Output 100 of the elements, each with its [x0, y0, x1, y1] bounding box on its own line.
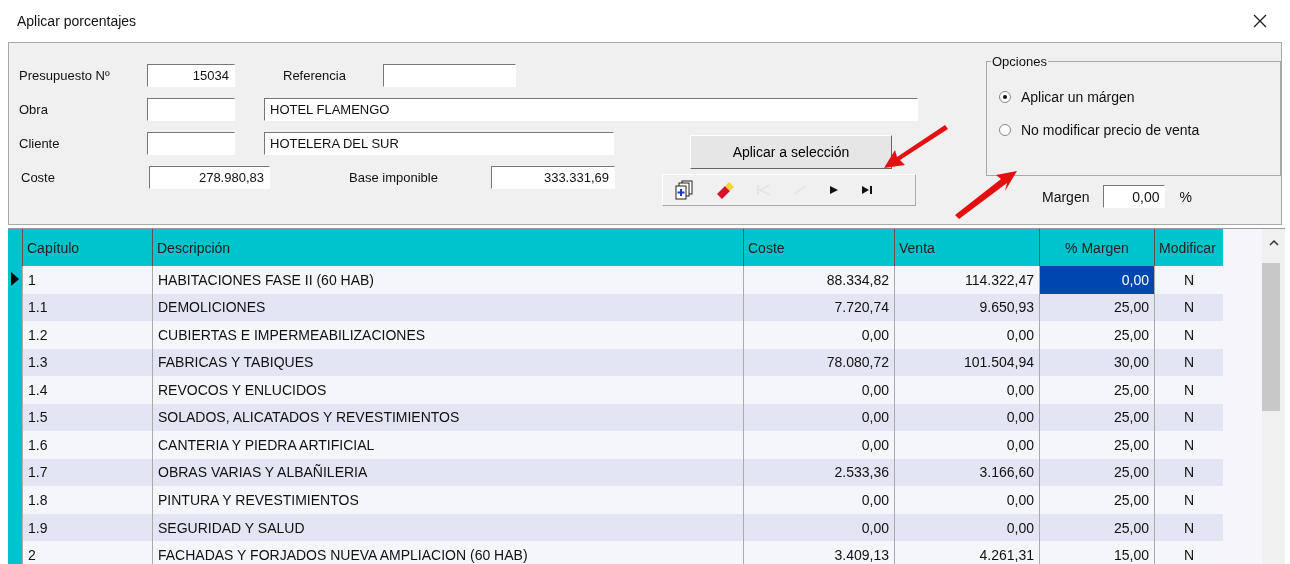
cost-cell: 0,00 — [743, 431, 895, 459]
budget-number-field[interactable]: 15034 — [147, 64, 235, 87]
margin-cell: 15,00 — [1039, 541, 1155, 564]
cost-field[interactable]: 278.980,83 — [149, 166, 270, 189]
last-record-icon[interactable] — [861, 185, 873, 195]
column-header[interactable]: Capítulo — [22, 229, 153, 266]
sale-cell: 0,00 — [894, 486, 1040, 514]
modify-cell: N — [1154, 486, 1223, 514]
description-cell: REVOCOS Y ENLUCIDOS — [152, 376, 744, 404]
field-label: Referencia — [283, 68, 347, 83]
description-cell: SOLADOS, ALICATADOS Y REVESTIMIENTOS — [152, 403, 744, 432]
cost-cell: 7.720,74 — [743, 293, 895, 322]
description-cell: OBRAS VARIAS Y ALBAÑILERIA — [152, 458, 744, 487]
cost-cell: 88.334,82 — [743, 266, 895, 294]
field-label: Base imponible — [349, 170, 439, 185]
margin-cell: 25,00 — [1039, 513, 1155, 542]
radio-button[interactable] — [999, 90, 1011, 103]
eraser-icon[interactable] — [715, 180, 735, 200]
modify-cell: N — [1154, 431, 1223, 459]
margin-cell: 25,00 — [1039, 431, 1155, 459]
description-cell: FABRICAS Y TABIQUES — [152, 348, 744, 377]
sale-cell: 0,00 — [894, 513, 1040, 542]
sale-cell: 9.650,93 — [894, 293, 1040, 322]
column-header[interactable]: Venta — [894, 229, 1040, 266]
modify-cell: N — [1154, 321, 1223, 349]
chapter-cell: 1.6 — [22, 431, 153, 459]
chapter-cell: 2 — [22, 541, 153, 564]
chapter-cell: 1.2 — [22, 321, 153, 349]
work-code-field[interactable] — [147, 98, 235, 121]
modify-cell: N — [1154, 348, 1223, 377]
margin-field[interactable]: 0,00 — [1103, 185, 1166, 208]
margin-cell: 25,00 — [1039, 321, 1155, 349]
field-label: Coste — [20, 170, 56, 185]
sale-cell: 101.504,94 — [894, 348, 1040, 377]
modify-cell: N — [1154, 266, 1223, 294]
scrollbar-thumb[interactable] — [1262, 263, 1280, 411]
unit-label: % — [1179, 188, 1192, 205]
window-title: Aplicar porcentajes — [17, 13, 137, 29]
margin-cell: 0,00 — [1039, 266, 1155, 294]
description-cell: PINTURA Y REVESTIMIENTOS — [152, 486, 744, 514]
cost-cell: 78.080,72 — [743, 348, 895, 377]
scroll-up-icon[interactable] — [1268, 239, 1279, 246]
column-header[interactable]: Descripción — [152, 229, 744, 266]
sale-cell: 0,00 — [894, 431, 1040, 459]
sale-cell: 3.166,60 — [894, 458, 1040, 487]
cost-cell: 0,00 — [743, 403, 895, 432]
column-header[interactable]: % Margen — [1039, 229, 1155, 266]
description-cell: FACHADAS Y FORJADOS NUEVA AMPLIACION (60 HAB) — [152, 541, 744, 564]
apply-selection-button[interactable]: Aplicar a selección — [690, 135, 892, 169]
chapter-cell: 1.4 — [22, 376, 153, 404]
description-cell: CANTERIA Y PIEDRA ARTIFICIAL — [152, 431, 744, 459]
reference-field[interactable] — [383, 64, 516, 87]
margin-cell: 25,00 — [1039, 486, 1155, 514]
cost-cell: 0,00 — [743, 486, 895, 514]
option-label[interactable]: No modificar precio de venta — [1021, 121, 1200, 138]
chapter-cell: 1.7 — [22, 458, 153, 487]
client-name-field[interactable]: HOTELERA DEL SUR — [264, 132, 614, 155]
margin-cell: 25,00 — [1039, 376, 1155, 404]
margin-cell: 25,00 — [1039, 293, 1155, 322]
margin-cell: 30,00 — [1039, 348, 1155, 377]
column-header[interactable]: Modificar — [1154, 229, 1223, 266]
modify-cell: N — [1154, 541, 1223, 564]
scrollbar[interactable] — [1262, 229, 1285, 564]
close-icon[interactable] — [1252, 13, 1268, 29]
sale-cell: 0,00 — [894, 321, 1040, 349]
description-cell: SEGURIDAD Y SALUD — [152, 513, 744, 542]
group-title: Opciones — [991, 54, 1048, 69]
chapter-cell: 1.1 — [22, 293, 153, 322]
chapter-cell: 1.3 — [22, 348, 153, 377]
chapter-cell: 1.9 — [22, 513, 153, 542]
option-label[interactable]: Aplicar un márgen — [1021, 88, 1135, 105]
margin-cell: 25,00 — [1039, 458, 1155, 487]
sale-cell: 114.322,47 — [894, 266, 1040, 294]
cost-cell: 3.409,13 — [743, 541, 895, 564]
taxable-base-field[interactable]: 333.331,69 — [491, 166, 615, 189]
chapter-cell: 1.8 — [22, 486, 153, 514]
sale-cell: 0,00 — [894, 376, 1040, 404]
client-code-field[interactable] — [147, 132, 235, 155]
cost-cell: 2.533,36 — [743, 458, 895, 487]
modify-cell: N — [1154, 403, 1223, 432]
field-label: Margen — [1042, 188, 1090, 205]
cost-cell: 0,00 — [743, 321, 895, 349]
sale-cell: 0,00 — [894, 403, 1040, 432]
cost-cell: 0,00 — [743, 376, 895, 404]
next-record-icon[interactable] — [829, 185, 839, 195]
modify-cell: N — [1154, 376, 1223, 404]
description-cell: DEMOLICIONES — [152, 293, 744, 322]
column-header[interactable]: Coste — [743, 229, 895, 266]
field-label: Obra — [19, 102, 49, 117]
field-label: Presupuesto Nº — [19, 68, 111, 83]
field-label: Cliente — [19, 136, 61, 151]
description-cell: CUBIERTAS E IMPERMEABILIZACIONES — [152, 321, 744, 349]
chapter-cell: 1.5 — [22, 403, 153, 432]
radio-button[interactable] — [999, 123, 1011, 136]
add-pages-icon[interactable] — [675, 180, 693, 200]
modify-cell: N — [1154, 458, 1223, 487]
work-name-field[interactable]: HOTEL FLAMENGO — [264, 98, 918, 121]
modify-cell: N — [1154, 293, 1223, 322]
sale-cell: 4.261,31 — [894, 541, 1040, 564]
description-cell: HABITACIONES FASE II (60 HAB) — [152, 266, 744, 294]
